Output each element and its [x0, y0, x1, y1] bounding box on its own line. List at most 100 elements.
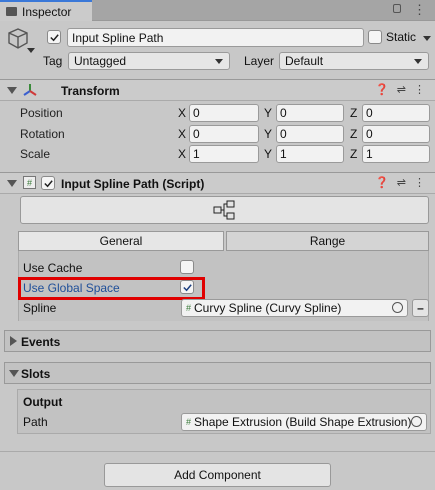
rotation-z-value: 0 [366, 127, 373, 141]
scale-x-field[interactable]: 1 [189, 145, 259, 163]
events-foldout[interactable]: Events [4, 330, 431, 352]
inspector-icon [6, 7, 17, 16]
more-options-icon[interactable]: ⋮ [414, 83, 425, 96]
position-label: Position [20, 106, 63, 120]
help-icon[interactable]: ❓ [375, 176, 389, 189]
foldout-collapsed-icon [10, 336, 17, 346]
path-label: Path [23, 415, 48, 429]
rotation-label: Rotation [20, 127, 65, 141]
rotation-y-field[interactable]: 0 [276, 125, 344, 143]
position-y-value: 0 [280, 106, 287, 120]
help-icon[interactable]: ❓ [375, 83, 389, 96]
foldout-expanded-icon[interactable] [7, 180, 17, 187]
tab-inspector[interactable]: Inspector [0, 0, 92, 21]
tag-label: Tag [43, 54, 63, 68]
more-options-icon[interactable]: ⋮ [413, 2, 426, 18]
tab-title: Inspector [22, 4, 72, 19]
scale-y-value: 1 [280, 147, 287, 161]
position-x-field[interactable]: 0 [189, 104, 259, 122]
script-title: Input Spline Path (Script) [61, 177, 205, 191]
rotation-z-field[interactable]: 0 [362, 125, 430, 143]
path-value: Shape Extrusion (Build Shape Extrusion) [194, 415, 412, 429]
scale-y-field[interactable]: 1 [276, 145, 344, 163]
script-hash-icon: # [23, 176, 36, 189]
gameobject-cube-icon[interactable] [7, 27, 29, 51]
divider [0, 451, 435, 452]
chevron-down-icon [215, 59, 223, 64]
foldout-expanded-icon [9, 370, 19, 377]
transform-axis-icon [22, 83, 38, 97]
scale-label: Scale [20, 147, 51, 161]
rotation-x-field[interactable]: 0 [189, 125, 259, 143]
rotation-x-value: 0 [193, 127, 200, 141]
lock-icon[interactable] [393, 4, 401, 13]
object-name-field[interactable]: Input Spline Path [67, 28, 364, 47]
axis-z-label[interactable]: Z [350, 106, 357, 120]
static-dropdown-arrow[interactable] [423, 36, 431, 41]
axis-y-label[interactable]: Y [264, 147, 272, 161]
icon-dropdown-arrow[interactable] [27, 48, 35, 53]
layer-label: Layer [244, 54, 275, 68]
axis-z-label[interactable]: Z [350, 127, 357, 141]
axis-x-label[interactable]: X [178, 147, 186, 161]
transform-header[interactable]: Transform ❓ ⇌ ⋮ [0, 79, 435, 101]
tag-value: Untagged [74, 54, 127, 68]
use-global-space-checkbox[interactable] [180, 280, 194, 294]
preset-icon[interactable]: ⇌ [397, 176, 406, 189]
position-x-value: 0 [193, 106, 200, 120]
transform-title: Transform [61, 84, 120, 98]
slots-title: Slots [21, 367, 51, 381]
use-cache-checkbox[interactable] [180, 260, 194, 274]
minus-label: – [417, 301, 424, 315]
active-checkbox[interactable] [47, 30, 61, 44]
tab-range-label: Range [309, 234, 346, 248]
add-component-label: Add Component [174, 468, 261, 482]
preset-icon[interactable]: ⇌ [397, 83, 406, 96]
open-graph-button[interactable] [20, 196, 429, 224]
axis-z-label[interactable]: Z [350, 147, 357, 161]
remove-spline-button[interactable]: – [412, 299, 429, 317]
object-picker-icon[interactable] [411, 416, 422, 427]
static-label: Static [386, 30, 417, 44]
script-hash-icon: # [186, 303, 192, 313]
axis-y-label[interactable]: Y [264, 106, 272, 120]
graph-icon [213, 200, 234, 220]
more-options-icon[interactable]: ⋮ [414, 176, 425, 189]
spline-object-field[interactable]: # Curvy Spline (Curvy Spline) [181, 299, 408, 317]
script-hash-icon: # [186, 417, 192, 427]
tab-bar: Inspector ⋮ [0, 0, 435, 21]
axis-x-label[interactable]: X [178, 127, 186, 141]
position-y-field[interactable]: 0 [276, 104, 344, 122]
object-name: Input Spline Path [72, 30, 164, 45]
tab-range[interactable]: Range [226, 231, 429, 251]
transform-context-icons: ❓ ⇌ ⋮ [375, 83, 425, 96]
position-z-value: 0 [366, 106, 373, 120]
events-title: Events [21, 335, 61, 349]
scale-z-field[interactable]: 1 [362, 145, 430, 163]
script-context-icons: ❓ ⇌ ⋮ [375, 176, 425, 189]
foldout-expanded-icon[interactable] [7, 87, 17, 94]
layer-dropdown[interactable]: Default [279, 52, 429, 70]
static-checkbox[interactable] [368, 30, 382, 44]
position-z-field[interactable]: 0 [362, 104, 430, 122]
use-global-space-label: Use Global Space [23, 281, 120, 295]
scale-x-value: 1 [193, 147, 200, 161]
add-component-button[interactable]: Add Component [104, 463, 331, 487]
tab-general[interactable]: General [18, 231, 224, 251]
script-header[interactable]: # Input Spline Path (Script) ❓ ⇌ ⋮ [0, 172, 435, 194]
path-slot-field[interactable]: # Shape Extrusion (Build Shape Extrusion… [181, 413, 427, 431]
object-picker-icon[interactable] [392, 302, 403, 313]
scale-z-value: 1 [366, 147, 373, 161]
spline-value: Curvy Spline (Curvy Spline) [194, 301, 342, 315]
tag-dropdown[interactable]: Untagged [68, 52, 230, 70]
tab-general-label: General [99, 234, 143, 248]
output-label: Output [23, 395, 63, 409]
axis-y-label[interactable]: Y [264, 127, 272, 141]
script-enabled-checkbox[interactable] [41, 176, 55, 190]
slots-foldout[interactable]: Slots [4, 362, 431, 384]
spline-label: Spline [23, 301, 57, 315]
axis-x-label[interactable]: X [178, 106, 186, 120]
layer-value: Default [285, 54, 324, 68]
chevron-down-icon [414, 59, 422, 64]
rotation-y-value: 0 [280, 127, 287, 141]
